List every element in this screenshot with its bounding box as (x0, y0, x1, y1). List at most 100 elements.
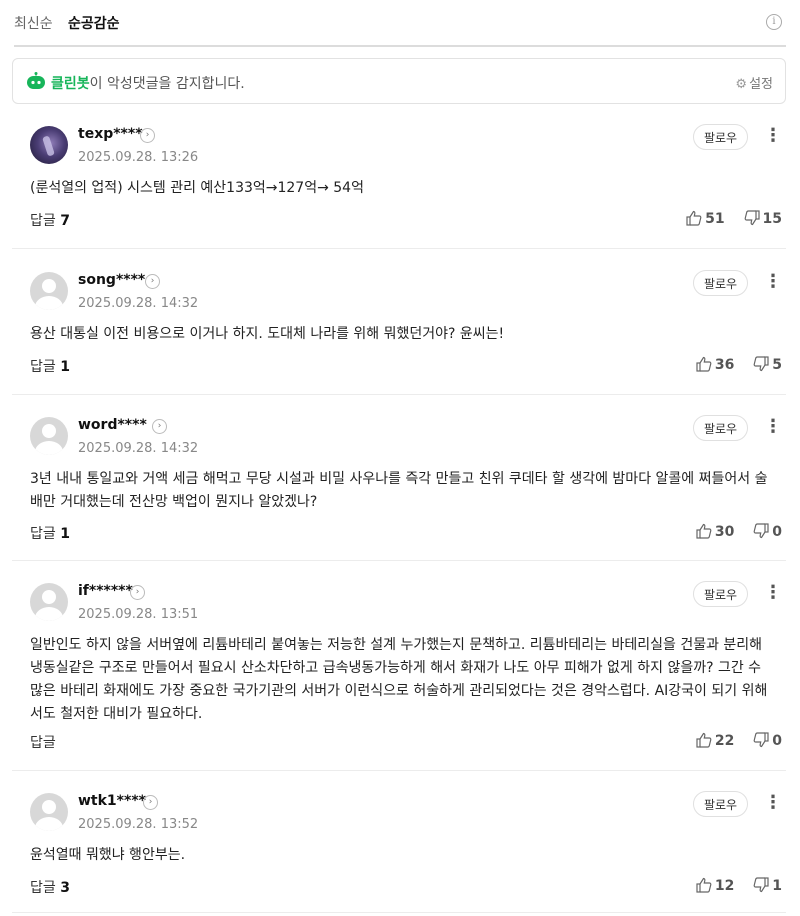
like-button[interactable]: 36 (696, 356, 734, 373)
divider (12, 912, 786, 913)
reply-count: 7 (60, 213, 70, 229)
comment-username[interactable]: song**** (78, 272, 145, 288)
sort-tab-sympathy[interactable]: 순공감순 (68, 13, 120, 33)
thumbs-up-icon (696, 523, 712, 539)
more-options-icon[interactable]: ⋮ (764, 270, 782, 296)
chevron-right-icon[interactable]: › (143, 795, 158, 810)
comment-text: (룬석열의 업적) 시스템 관리 예산133억→127억→ 54억 (30, 180, 364, 196)
thumbs-down-icon (753, 523, 769, 539)
cleanbot-settings-button[interactable]: ⚙ 설정 (735, 73, 773, 92)
reply-label: 답글 (30, 526, 56, 542)
avatar[interactable] (30, 126, 68, 164)
divider (12, 248, 786, 249)
thumbs-up-icon (686, 210, 702, 226)
vote-group: 51 15 (672, 210, 782, 227)
like-count: 22 (714, 733, 735, 749)
like-button[interactable]: 30 (696, 523, 734, 540)
info-icon[interactable]: i (766, 14, 782, 30)
follow-button[interactable]: 팔로우 (693, 581, 748, 607)
chevron-right-icon[interactable]: › (145, 274, 160, 289)
dislike-button[interactable]: 1 (753, 877, 782, 894)
dislike-count: 0 (772, 733, 782, 749)
like-button[interactable]: 51 (686, 210, 725, 227)
chevron-right-icon[interactable]: › (140, 128, 155, 143)
divider (12, 770, 786, 771)
vote-group: 22 0 (682, 732, 782, 749)
more-options-icon[interactable]: ⋮ (764, 581, 782, 607)
thumbs-up-icon (696, 732, 712, 748)
avatar[interactable] (30, 417, 68, 455)
reply-button[interactable]: 답글 7 (30, 210, 70, 230)
thumbs-down-icon (753, 877, 769, 893)
thumbs-up-icon (696, 356, 712, 372)
reply-label: 답글 (30, 735, 56, 751)
cleanbot-banner: 클린봇이 악성댓글을 감지합니다. ⚙ 설정 (12, 58, 786, 104)
dislike-count: 1 (772, 878, 782, 894)
avatar[interactable] (30, 583, 68, 621)
vote-group: 30 0 (682, 523, 782, 540)
like-count: 51 (705, 211, 725, 227)
divider (14, 45, 786, 47)
like-button[interactable]: 12 (696, 877, 734, 894)
divider (12, 560, 786, 561)
comment-date: 2025.09.28. 13:51 (78, 607, 199, 622)
reply-button[interactable]: 답글 (30, 732, 56, 752)
more-options-icon[interactable]: ⋮ (764, 124, 782, 150)
comment-username[interactable]: word**** (78, 417, 147, 433)
comment-username[interactable]: wtk1**** (78, 793, 146, 809)
thumbs-down-icon (753, 732, 769, 748)
reply-count: 1 (60, 526, 70, 542)
comment-text: 3년 내내 통일교와 거액 세금 해먹고 무당 시설과 비밀 사우나를 즉각 만… (30, 471, 768, 510)
gear-icon: ⚙ (735, 77, 748, 92)
follow-button[interactable]: 팔로우 (693, 270, 748, 296)
more-options-icon[interactable]: ⋮ (764, 415, 782, 441)
reply-button[interactable]: 답글 1 (30, 523, 70, 543)
reply-count: 3 (60, 880, 70, 896)
follow-button[interactable]: 팔로우 (693, 124, 748, 150)
dislike-count: 0 (772, 524, 782, 540)
cleanbot-message: 클린봇이 악성댓글을 감지합니다. (51, 73, 245, 93)
cleanbot-message-text: 이 악성댓글을 감지합니다. (89, 76, 245, 92)
reply-button[interactable]: 답글 3 (30, 877, 70, 897)
vote-group: 12 1 (682, 877, 782, 894)
reply-count: 1 (60, 359, 70, 375)
cleanbot-robot-icon (27, 72, 45, 89)
dislike-count: 5 (772, 357, 782, 373)
comment-username[interactable]: texp**** (78, 126, 143, 142)
comment-text: 용산 대통실 이전 비용으로 이거나 하지. 도대체 나라를 위해 뭐했던거야?… (30, 326, 505, 342)
dislike-button[interactable]: 0 (753, 732, 782, 749)
reply-button[interactable]: 답글 1 (30, 356, 70, 376)
dislike-count: 15 (762, 211, 782, 227)
divider (12, 394, 786, 395)
avatar[interactable] (30, 272, 68, 310)
comment-date: 2025.09.28. 14:32 (78, 296, 199, 311)
like-button[interactable]: 22 (696, 732, 734, 749)
vote-group: 36 5 (682, 356, 782, 373)
dislike-button[interactable]: 5 (753, 356, 782, 373)
settings-label: 설정 (749, 77, 773, 92)
cleanbot-brand[interactable]: 클린봇 (51, 76, 90, 92)
like-count: 30 (714, 524, 735, 540)
sort-tabs: 최신순 순공감순 i (14, 10, 786, 36)
reply-label: 답글 (30, 213, 56, 229)
dislike-button[interactable]: 15 (744, 210, 782, 227)
dislike-button[interactable]: 0 (753, 523, 782, 540)
comment-date: 2025.09.28. 13:26 (78, 150, 199, 165)
sort-tab-latest[interactable]: 최신순 (14, 13, 53, 33)
thumbs-up-icon (696, 877, 712, 893)
more-options-icon[interactable]: ⋮ (764, 791, 782, 817)
comment-text: 일반인도 하지 않을 서버옆에 리튬바테리 붙여놓는 저능한 설계 누가했는지 … (30, 637, 768, 722)
follow-button[interactable]: 팔로우 (693, 791, 748, 817)
reply-label: 답글 (30, 880, 56, 896)
comment-username[interactable]: if****** (78, 583, 133, 599)
chevron-right-icon[interactable]: › (152, 419, 167, 434)
comment-date: 2025.09.28. 14:32 (78, 441, 199, 456)
avatar[interactable] (30, 793, 68, 831)
thumbs-down-icon (744, 210, 760, 226)
follow-button[interactable]: 팔로우 (693, 415, 748, 441)
like-count: 12 (714, 878, 735, 894)
comment-text: 윤석열때 뭐했냐 행안부는. (30, 847, 186, 863)
thumbs-down-icon (753, 356, 769, 372)
like-count: 36 (714, 357, 735, 373)
chevron-right-icon[interactable]: › (130, 585, 145, 600)
